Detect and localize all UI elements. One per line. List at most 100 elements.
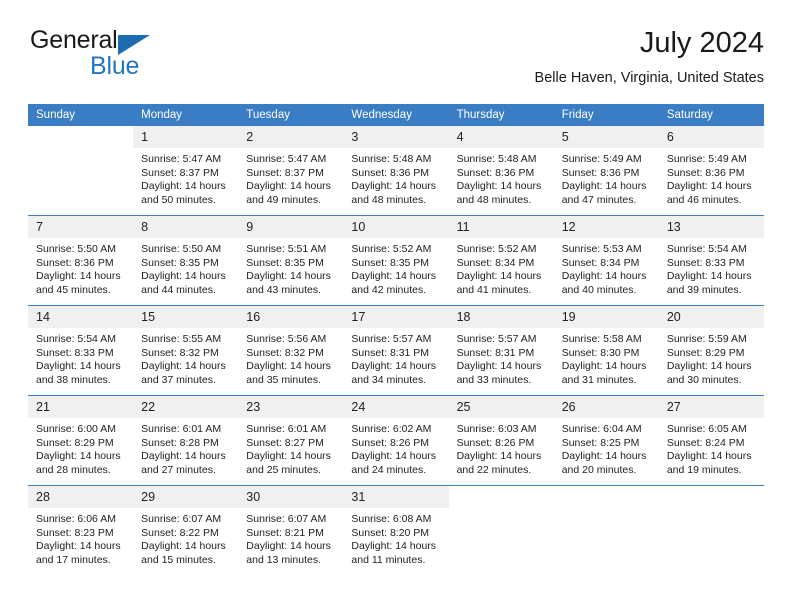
daylight-text-cont: and 34 minutes.	[351, 373, 427, 386]
calendar-day-cell[interactable]: 28 Sunrise: 6:06 AM Sunset: 8:23 PM Dayligh…	[28, 485, 134, 575]
day-details: Sunrise: 5:51 AM Sunset: 8:35 PM Daylight:…	[238, 238, 343, 297]
calendar-day-cell[interactable]: 20 Sunrise: 5:59 AM Sunset: 8:29 PM Dayligh…	[658, 305, 764, 396]
calendar-page: General Blue July 2024 Belle Haven, Virg…	[0, 0, 792, 612]
day-details: Sunrise: 5:57 AM Sunset: 8:31 PM Daylight:…	[343, 328, 448, 387]
day-number: 10	[343, 216, 449, 238]
sunset-text: Sunset: 8:26 PM	[456, 436, 535, 449]
day-number: 14	[28, 306, 134, 328]
sunset-text: Sunset: 8:31 PM	[456, 346, 535, 359]
daylight-text-cont: and 17 minutes.	[36, 553, 111, 566]
daylight-text-cont: and 43 minutes.	[246, 283, 321, 296]
calendar-day-cell[interactable]: 19 Sunrise: 5:58 AM Sunset: 8:30 PM Dayligh…	[553, 305, 659, 396]
day-number: 11	[448, 216, 554, 238]
daylight-text-cont: and 19 minutes.	[666, 463, 742, 476]
day-number	[658, 486, 764, 508]
calendar-day-cell[interactable]: 1 Sunrise: 5:47 AM Sunset: 8:37 PM Daylight…	[133, 126, 239, 216]
calendar-day-cell[interactable]: 6 Sunrise: 5:49 AM Sunset: 8:36 PM Daylight…	[658, 126, 764, 216]
sunrise-text: Sunrise: 5:56 AM	[246, 333, 327, 345]
sunrise-text: Sunrise: 5:57 AM	[456, 333, 537, 345]
sunrise-text: Sunrise: 5:51 AM	[246, 243, 327, 255]
day-number: 3	[343, 126, 449, 148]
sunrise-text: Sunrise: 5:53 AM	[561, 243, 642, 255]
sunset-text: Sunset: 8:34 PM	[456, 256, 535, 269]
day-number	[28, 126, 134, 148]
daylight-text: Daylight: 14 hours	[666, 270, 752, 283]
daylight-text: Daylight: 14 hours	[351, 450, 437, 463]
daylight-text: Daylight: 14 hours	[561, 270, 647, 283]
calendar-day-cell[interactable]: 29 Sunrise: 6:07 AM Sunset: 8:22 PM Dayligh…	[133, 485, 239, 575]
weekday-header-saturday: Saturday	[658, 104, 764, 126]
sunset-text: Sunset: 8:35 PM	[246, 256, 324, 269]
daylight-text-cont: and 31 minutes.	[561, 373, 637, 386]
daylight-text-cont: and 41 minutes.	[456, 283, 532, 296]
calendar-day-cell[interactable]: 22 Sunrise: 6:01 AM Sunset: 8:28 PM Dayligh…	[133, 395, 239, 486]
sunset-text: Sunset: 8:34 PM	[561, 256, 640, 269]
daylight-text: Daylight: 14 hours	[351, 270, 437, 283]
calendar-day-cell[interactable]: 14 Sunrise: 5:54 AM Sunset: 8:33 PM Dayligh…	[28, 305, 134, 396]
calendar-day-cell[interactable]: 2 Sunrise: 5:47 AM Sunset: 8:37 PM Daylight…	[238, 126, 344, 216]
day-details: Sunrise: 5:52 AM Sunset: 8:35 PM Daylight:…	[343, 238, 448, 297]
calendar-day-cell[interactable]: 25 Sunrise: 6:03 AM Sunset: 8:26 PM Dayligh…	[448, 395, 554, 486]
day-number: 6	[658, 126, 764, 148]
calendar-day-cell[interactable]: 12 Sunrise: 5:53 AM Sunset: 8:34 PM Dayligh…	[553, 215, 659, 306]
calendar-day-cell[interactable]: 30 Sunrise: 6:07 AM Sunset: 8:21 PM Dayligh…	[238, 485, 344, 575]
calendar-day-cell[interactable]: 31 Sunrise: 6:08 AM Sunset: 8:20 PM Dayligh…	[343, 485, 449, 575]
sunrise-text: Sunrise: 6:01 AM	[246, 423, 327, 435]
calendar-day-cell[interactable]: 16 Sunrise: 5:56 AM Sunset: 8:32 PM Dayligh…	[238, 305, 344, 396]
sunrise-text: Sunrise: 5:52 AM	[351, 243, 432, 255]
daylight-text: Daylight: 14 hours	[666, 450, 752, 463]
day-number: 24	[343, 396, 449, 418]
calendar-day-cell[interactable]: 4 Sunrise: 5:48 AM Sunset: 8:36 PM Daylight…	[448, 126, 554, 216]
day-number: 15	[133, 306, 239, 328]
calendar-day-cell[interactable]: 11 Sunrise: 5:52 AM Sunset: 8:34 PM Dayligh…	[448, 215, 554, 306]
calendar-day-cell[interactable]: 15 Sunrise: 5:55 AM Sunset: 8:32 PM Dayligh…	[133, 305, 239, 396]
calendar-week-row: 14 Sunrise: 5:54 AM Sunset: 8:33 PM Dayligh…	[28, 305, 764, 396]
page-header: General Blue July 2024 Belle Haven, Virg…	[28, 26, 764, 98]
daylight-text-cont: and 22 minutes.	[456, 463, 532, 476]
day-number	[448, 486, 554, 508]
daylight-text-cont: and 45 minutes.	[36, 283, 111, 296]
calendar-day-cell[interactable]: 3 Sunrise: 5:48 AM Sunset: 8:36 PM Daylight…	[343, 126, 449, 216]
weekday-header-thursday: Thursday	[448, 104, 554, 126]
day-details: Sunrise: 5:48 AM Sunset: 8:36 PM Daylight:…	[343, 148, 448, 207]
weekday-header-sunday: Sunday	[28, 104, 134, 126]
sunset-text: Sunset: 8:35 PM	[351, 256, 430, 269]
day-details: Sunrise: 5:50 AM Sunset: 8:36 PM Daylight:…	[28, 238, 133, 297]
day-number: 20	[658, 306, 764, 328]
daylight-text-cont: and 38 minutes.	[36, 373, 111, 386]
calendar-day-cell[interactable]: 8 Sunrise: 5:50 AM Sunset: 8:35 PM Daylight…	[133, 215, 239, 306]
day-number: 1	[133, 126, 239, 148]
calendar-day-cell[interactable]: 5 Sunrise: 5:49 AM Sunset: 8:36 PM Daylight…	[553, 126, 659, 216]
calendar-day-cell[interactable]: 26 Sunrise: 6:04 AM Sunset: 8:25 PM Dayligh…	[553, 395, 659, 486]
calendar-day-cell[interactable]: 9 Sunrise: 5:51 AM Sunset: 8:35 PM Daylight…	[238, 215, 344, 306]
calendar-day-cell[interactable]: 23 Sunrise: 6:01 AM Sunset: 8:27 PM Dayligh…	[238, 395, 344, 486]
calendar-day-cell[interactable]: 13 Sunrise: 5:54 AM Sunset: 8:33 PM Dayligh…	[658, 215, 764, 306]
daylight-text: Daylight: 14 hours	[141, 270, 226, 283]
sunset-text: Sunset: 8:33 PM	[666, 256, 745, 269]
sunset-text: Sunset: 8:37 PM	[246, 166, 324, 179]
day-details: Sunrise: 5:59 AM Sunset: 8:29 PM Daylight:…	[659, 328, 764, 387]
weekday-header-wednesday: Wednesday	[343, 104, 449, 126]
daylight-text: Daylight: 14 hours	[666, 180, 752, 193]
sunrise-text: Sunrise: 5:54 AM	[36, 333, 116, 345]
calendar-day-cell[interactable]: 27 Sunrise: 6:05 AM Sunset: 8:24 PM Dayligh…	[658, 395, 764, 486]
calendar-day-cell[interactable]: 21 Sunrise: 6:00 AM Sunset: 8:29 PM Dayligh…	[28, 395, 134, 486]
daylight-text-cont: and 50 minutes.	[141, 193, 216, 206]
daylight-text: Daylight: 14 hours	[246, 540, 331, 553]
daylight-text: Daylight: 14 hours	[561, 360, 647, 373]
daylight-text-cont: and 13 minutes.	[246, 553, 321, 566]
sunrise-text: Sunrise: 6:06 AM	[36, 513, 116, 525]
sunset-text: Sunset: 8:21 PM	[246, 526, 324, 539]
sunrise-text: Sunrise: 6:01 AM	[141, 423, 222, 435]
day-details: Sunrise: 6:08 AM Sunset: 8:20 PM Daylight:…	[343, 508, 448, 567]
calendar-day-cell[interactable]: 17 Sunrise: 5:57 AM Sunset: 8:31 PM Dayligh…	[343, 305, 449, 396]
day-details: Sunrise: 5:56 AM Sunset: 8:32 PM Daylight:…	[238, 328, 343, 387]
calendar-day-cell[interactable]: 10 Sunrise: 5:52 AM Sunset: 8:35 PM Dayligh…	[343, 215, 449, 306]
daylight-text: Daylight: 14 hours	[351, 180, 437, 193]
sunrise-text: Sunrise: 6:03 AM	[456, 423, 537, 435]
calendar-day-cell[interactable]: 7 Sunrise: 5:50 AM Sunset: 8:36 PM Daylight…	[28, 215, 134, 306]
calendar-day-cell[interactable]: 18 Sunrise: 5:57 AM Sunset: 8:31 PM Dayligh…	[448, 305, 554, 396]
calendar-week-row: 1 Sunrise: 5:47 AM Sunset: 8:37 PM Daylight…	[28, 126, 764, 216]
general-blue-logo[interactable]: General Blue	[28, 26, 268, 86]
calendar-day-cell[interactable]: 24 Sunrise: 6:02 AM Sunset: 8:26 PM Dayligh…	[343, 395, 449, 486]
